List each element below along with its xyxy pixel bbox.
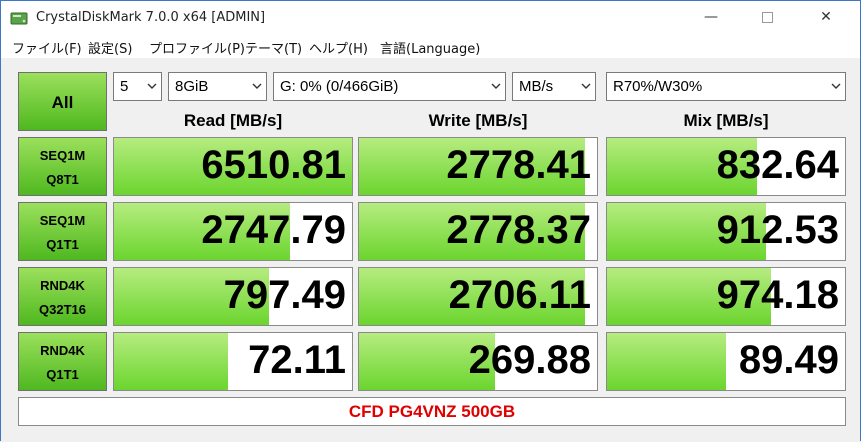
progress-bar [114,333,229,390]
test-label-line2: Q32T16 [39,302,86,317]
chevron-down-icon [147,83,157,89]
result-value: 2706.11 [448,273,591,317]
test-button-seq1m-q8t1[interactable]: SEQ1M Q8T1 [18,137,107,196]
test-label-line2: Q1T1 [46,367,79,382]
menu-theme[interactable]: テーマ(T) [245,38,302,57]
result-value: 974.18 [716,273,839,317]
window-title: CrystalDiskMark 7.0.0 x64 [ADMIN] [36,10,266,25]
result-cell-read: 797.49 [113,267,353,326]
chevron-down-icon [831,83,841,89]
test-count-select[interactable]: 5 [113,72,162,101]
maximize-icon [761,12,773,23]
menu-profile[interactable]: プロファイル(P) [149,38,245,57]
maximize-button[interactable] [744,1,790,34]
header-read: Read [MB/s] [183,111,283,130]
test-button-seq1m-q1t1[interactable]: SEQ1M Q1T1 [18,202,107,261]
result-cell-mix: 89.49 [606,332,846,391]
test-count-value: 5 [120,78,129,95]
result-value: 6510.81 [201,143,346,187]
comment-field[interactable]: CFD PG4VNZ 500GB [18,397,846,426]
test-size-value: 8GiB [175,78,209,95]
result-cell-read: 72.11 [113,332,353,391]
result-value: 832.64 [716,143,839,187]
result-value: 89.49 [738,338,839,382]
result-value: 269.88 [468,338,591,382]
unit-value: MB/s [519,78,554,95]
close-button[interactable]: ✕ [803,1,849,34]
result-cell-write: 2778.37 [358,202,598,261]
result-value: 912.53 [716,208,839,252]
app-window: CrystalDiskMark 7.0.0 x64 [ADMIN] — ✕ ファ… [0,0,861,442]
result-cell-read: 6510.81 [113,137,353,196]
title-bar: CrystalDiskMark 7.0.0 x64 [ADMIN] — ✕ [1,1,860,34]
result-value: 72.11 [248,338,346,382]
result-value: 2778.41 [446,143,591,187]
app-disk-icon [10,12,28,25]
test-label-line2: Q1T1 [46,237,79,252]
result-cell-mix: 912.53 [606,202,846,261]
mix-ratio-select[interactable]: R70%/W30% [606,72,846,101]
result-value: 2778.37 [446,208,591,252]
result-value: 2747.79 [201,208,346,252]
header-mix: Mix [MB/s] [683,111,769,130]
unit-select[interactable]: MB/s [512,72,596,101]
menu-settings[interactable]: 設定(S) [88,38,132,57]
menu-file[interactable]: ファイル(F) [12,38,82,57]
result-cell-write: 2706.11 [358,267,598,326]
minimize-button[interactable]: — [688,1,734,34]
test-label-line2: Q8T1 [46,172,79,187]
chevron-down-icon [252,83,262,89]
menu-language[interactable]: 言語(Language) [380,38,480,57]
result-cell-read: 2747.79 [113,202,353,261]
chevron-down-icon [491,83,501,89]
result-cell-write: 2778.41 [358,137,598,196]
result-cell-mix: 974.18 [606,267,846,326]
test-button-rnd4k-q1t1[interactable]: RND4K Q1T1 [18,332,107,391]
menu-bar: ファイル(F) 設定(S) プロファイル(P) テーマ(T) ヘルプ(H) 言語… [1,34,860,58]
menu-help[interactable]: ヘルプ(H) [309,38,368,57]
test-size-select[interactable]: 8GiB [168,72,267,101]
test-label-line1: SEQ1M [39,213,86,228]
drive-value: G: 0% (0/466GiB) [280,78,399,95]
result-cell-mix: 832.64 [606,137,846,196]
mix-ratio-value: R70%/W30% [613,78,703,95]
progress-bar [607,333,726,390]
all-button[interactable]: All [18,72,107,131]
result-value: 797.49 [223,273,346,317]
test-label-line1: RND4K [40,278,85,293]
chevron-down-icon [581,83,591,89]
test-label-line1: SEQ1M [39,148,86,163]
header-write: Write [MB/s] [428,111,528,130]
test-button-rnd4k-q32t16[interactable]: RND4K Q32T16 [18,267,107,326]
result-cell-write: 269.88 [358,332,598,391]
test-label-line1: RND4K [40,343,85,358]
drive-select[interactable]: G: 0% (0/466GiB) [273,72,506,101]
